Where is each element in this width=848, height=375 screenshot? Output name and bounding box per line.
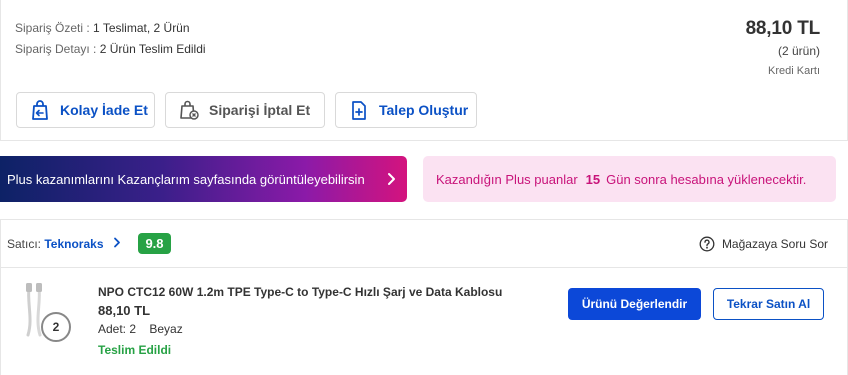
plus-points-notice: Kazandığın Plus puanlar 15 Gün sonra hes… bbox=[423, 156, 836, 202]
seller-label-group: Satıcı: Teknoraks bbox=[7, 237, 121, 251]
product-meta: Adet: 2 Beyaz bbox=[98, 322, 183, 336]
return-bag-icon bbox=[30, 100, 50, 120]
payment-method: Kredi Kartı bbox=[768, 65, 820, 77]
seller-card: Satıcı: Teknoraks 9.8 Mağazaya Soru Sor bbox=[0, 219, 848, 375]
plus-points-suffix: Gün sonra hesabına yüklenecektir. bbox=[606, 171, 807, 187]
ask-store-button[interactable]: Mağazaya Soru Sor bbox=[699, 236, 828, 252]
product-name[interactable]: NPO CTC12 60W 1.2m TPE Type-C to Type-C … bbox=[98, 285, 502, 299]
product-price: 88,10 TL bbox=[98, 303, 151, 318]
order-total: 88,10 TL bbox=[745, 18, 821, 39]
easy-return-label: Kolay İade Et bbox=[60, 102, 148, 118]
buy-again-button[interactable]: Tekrar Satın Al bbox=[713, 288, 824, 320]
price-block: 88,10 TL (2 ürün) Kredi Kartı bbox=[745, 18, 821, 77]
order-item-count: (2 ürün) bbox=[777, 44, 820, 58]
chevron-right-icon bbox=[385, 171, 397, 187]
request-doc-icon bbox=[349, 100, 369, 120]
seller-score-badge: 9.8 bbox=[138, 233, 171, 254]
create-request-button[interactable]: Talep Oluştur bbox=[335, 92, 477, 128]
create-request-label: Talep Oluştur bbox=[379, 102, 469, 118]
cancel-order-button[interactable]: Siparişi İptal Et bbox=[165, 92, 325, 128]
cancel-bag-icon bbox=[179, 100, 199, 120]
quantity-badge: 2 bbox=[41, 312, 71, 342]
order-detail-line: Sipariş Detayı : 2 Ürün Teslim Edildi bbox=[15, 42, 206, 56]
order-detail-label: Sipariş Detayı : bbox=[15, 42, 97, 56]
ask-store-label: Mağazaya Soru Sor bbox=[721, 237, 828, 251]
plus-points-days: 15 bbox=[585, 171, 601, 187]
review-product-button[interactable]: Ürünü Değerlendir bbox=[568, 288, 701, 320]
plus-earnings-banner[interactable]: Plus kazanımlarını Kazançlarım sayfasınd… bbox=[0, 156, 407, 202]
plus-points-prefix: Kazandığın Plus puanlar bbox=[436, 171, 578, 187]
easy-return-button[interactable]: Kolay İade Et bbox=[16, 92, 155, 128]
order-summary-value: 1 Teslimat, 2 Ürün bbox=[93, 21, 190, 35]
seller-row: Satıcı: Teknoraks 9.8 Mağazaya Soru Sor bbox=[1, 220, 847, 268]
order-summary-card: Sipariş Özeti : 1 Teslimat, 2 Ürün Sipar… bbox=[0, 0, 848, 141]
plus-banner-text: Plus kazanımlarını Kazançlarım sayfasınd… bbox=[7, 171, 365, 187]
chevron-right-icon[interactable] bbox=[113, 237, 121, 251]
order-summary-label: Sipariş Özeti : bbox=[15, 21, 90, 35]
seller-link[interactable]: Teknoraks bbox=[44, 237, 103, 251]
order-summary-line: Sipariş Özeti : 1 Teslimat, 2 Ürün bbox=[15, 21, 190, 35]
delivery-status: Teslim Edildi bbox=[98, 343, 172, 357]
product-quantity: Adet: 2 bbox=[98, 322, 137, 336]
question-circle-icon bbox=[699, 236, 715, 252]
cancel-order-label: Siparişi İptal Et bbox=[209, 102, 311, 118]
order-detail-value: 2 Ürün Teslim Edildi bbox=[99, 42, 206, 56]
product-color: Beyaz bbox=[149, 322, 183, 336]
seller-label: Satıcı: bbox=[7, 237, 42, 251]
